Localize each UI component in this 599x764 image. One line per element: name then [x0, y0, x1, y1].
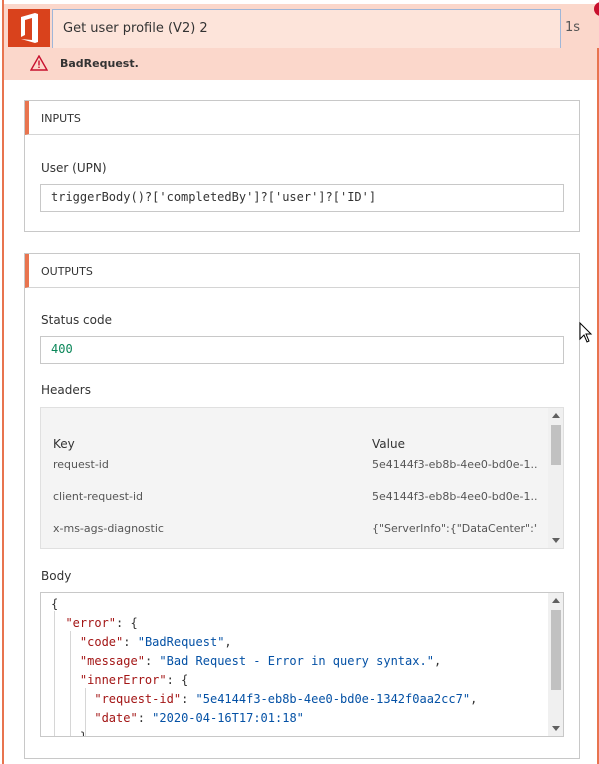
scroll-down-icon[interactable]	[552, 726, 560, 731]
inputs-title: INPUTS	[41, 112, 81, 125]
headers-table[interactable]: Key Value request-id 5e4144f3-eb8b-4ee0-…	[40, 407, 564, 549]
header-value: {"ServerInfo":{"DataCenter":"S...	[372, 522, 537, 535]
headers-label: Headers	[41, 383, 91, 397]
headers-scrollbar[interactable]	[548, 408, 563, 548]
headers-col-key: Key	[53, 437, 75, 451]
headers-col-value: Value	[372, 437, 405, 451]
json-value: "BadRequest"	[137, 635, 225, 649]
json-value: "2020-04-16T17:01:18"	[152, 711, 304, 725]
user-upn-value: triggerBody()?['completedBy']?['user']?[…	[51, 190, 377, 204]
json-key: "innerError"	[79, 673, 167, 687]
body-scrollbar[interactable]	[548, 593, 563, 736]
outputs-title: OUTPUTS	[41, 265, 93, 278]
body-code-view[interactable]: { "error": { "code": "BadRequest", "mess…	[40, 592, 564, 737]
header-key: client-request-id	[53, 490, 144, 503]
scroll-down-icon[interactable]	[552, 538, 560, 543]
json-key: "message"	[79, 654, 145, 668]
inputs-header[interactable]: INPUTS	[25, 101, 579, 135]
json-key: "request-id"	[94, 692, 182, 706]
action-title-box[interactable]: Get user profile (V2) 2	[52, 9, 561, 50]
scroll-thumb[interactable]	[551, 610, 561, 690]
inputs-panel: INPUTS	[24, 100, 580, 232]
status-code-value: 400	[51, 342, 73, 356]
scroll-up-icon[interactable]	[552, 598, 560, 603]
header-value: 5e4144f3-eb8b-4ee0-bd0e-1...	[372, 490, 537, 503]
action-title: Get user profile (V2) 2	[63, 21, 208, 36]
header-key: x-ms-ags-diagnostic	[53, 522, 164, 535]
json-value: "Bad Request - Error in query syntax."	[159, 654, 434, 668]
action-header[interactable]: Get user profile (V2) 2 1s	[4, 2, 599, 50]
header-value: 5e4144f3-eb8b-4ee0-bd0e-1...	[372, 458, 537, 471]
body-label: Body	[41, 569, 72, 583]
scroll-up-icon[interactable]	[552, 413, 560, 418]
warning-triangle-icon	[30, 55, 48, 71]
user-upn-field[interactable]: triggerBody()?['completedBy']?['user']?[…	[40, 184, 564, 212]
json-key: "date"	[94, 711, 138, 725]
status-code-label: Status code	[41, 313, 112, 327]
duration-label: 1s	[565, 20, 581, 35]
mouse-cursor-icon	[579, 322, 593, 343]
error-badge-icon	[594, 2, 599, 16]
header-key: request-id	[53, 458, 109, 471]
user-upn-label: User (UPN)	[41, 161, 107, 175]
body-json: { "error": { "code": "BadRequest", "mess…	[51, 597, 478, 737]
json-key: "code"	[79, 635, 124, 649]
outputs-header[interactable]: OUTPUTS	[25, 254, 579, 288]
error-bar: BadRequest.	[4, 48, 597, 80]
error-message: BadRequest.	[60, 57, 139, 70]
json-key: "error"	[65, 616, 117, 630]
office-icon	[8, 9, 50, 47]
json-value: "5e4144f3-eb8b-4ee0-bd0e-1342f0aa2cc7"	[195, 692, 471, 706]
status-code-field[interactable]: 400	[40, 336, 564, 364]
scroll-thumb[interactable]	[551, 425, 561, 465]
